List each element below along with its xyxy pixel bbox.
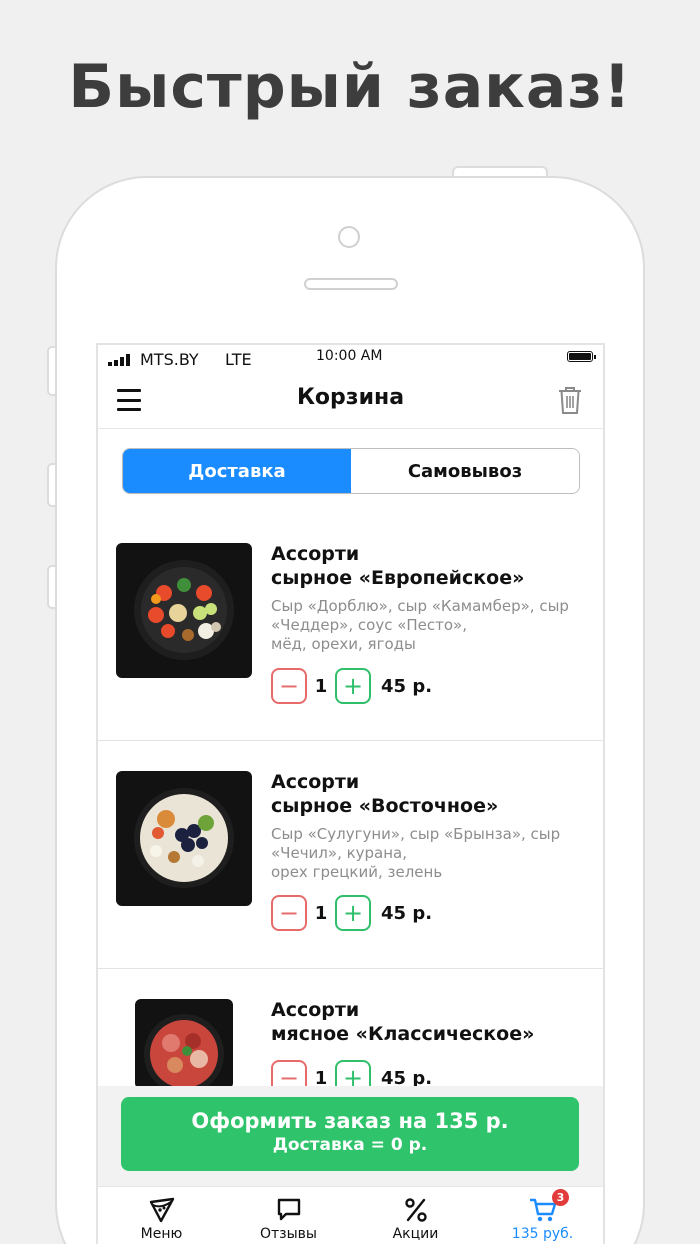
- increase-button[interactable]: +: [335, 895, 371, 931]
- checkout-bar: Оформить заказ на 135 р. Доставка = 0 р.: [98, 1086, 603, 1186]
- app-screen: MTS.BY LTE 10:00 AM Корзина Доставка Сам…: [96, 343, 605, 1244]
- status-time: 10:00 AM: [316, 348, 383, 364]
- tab-pickup[interactable]: Самовывоз: [351, 449, 579, 493]
- checkout-label: Оформить заказ на 135 р.: [191, 1109, 509, 1133]
- battery-icon: [567, 351, 596, 362]
- quantity-stepper: − 1 + 45 р.: [271, 895, 432, 931]
- item-description: Сыр «Дорблю», сыр «Камамбер», сыр «Чедде…: [271, 597, 569, 653]
- item-price: 45 р.: [381, 675, 433, 697]
- delivery-cost-label: Доставка = 0 р.: [272, 1135, 428, 1155]
- quantity-value: 1: [314, 902, 328, 924]
- headline: Быстрый заказ!: [68, 52, 632, 122]
- trash-icon[interactable]: [557, 385, 583, 415]
- item-photo: [135, 999, 233, 1089]
- tab-promos[interactable]: Акции: [352, 1187, 479, 1244]
- tab-cart-label: 135 руб.: [511, 1226, 574, 1242]
- phone-speaker: [304, 278, 398, 290]
- quantity-stepper: − 1 + 45 р.: [271, 668, 432, 704]
- phone-camera: [338, 226, 360, 248]
- nav-bar: Корзина: [98, 373, 603, 429]
- decrease-button[interactable]: −: [271, 668, 307, 704]
- tab-menu-label: Меню: [140, 1226, 183, 1242]
- decrease-button[interactable]: −: [271, 895, 307, 931]
- tab-promos-label: Акции: [392, 1226, 439, 1242]
- item-photo: [116, 771, 252, 906]
- tab-reviews-label: Отзывы: [260, 1226, 317, 1242]
- quantity-value: 1: [314, 675, 328, 697]
- tab-cart[interactable]: 3 135 руб.: [479, 1187, 603, 1244]
- delivery-toggle: Доставка Самовывоз: [122, 448, 580, 494]
- item-title: Ассорти сырное «Европейское»: [271, 543, 525, 589]
- cart-count-badge: 3: [552, 1189, 569, 1206]
- signal-icon: [108, 354, 130, 366]
- checkout-button[interactable]: Оформить заказ на 135 р. Доставка = 0 р.: [121, 1097, 579, 1171]
- tab-delivery[interactable]: Доставка: [123, 449, 351, 493]
- item-title: Ассорти мясное «Классическое»: [271, 999, 535, 1045]
- increase-button[interactable]: +: [335, 668, 371, 704]
- page-title: Корзина: [296, 385, 405, 410]
- percent-icon: [404, 1198, 427, 1222]
- tab-bar: Меню Отзывы Акции 3 135 руб.: [98, 1186, 603, 1244]
- chat-bubble-icon: [277, 1198, 300, 1221]
- network-label: LTE: [225, 350, 252, 369]
- item-title: Ассорти сырное «Восточное»: [271, 771, 499, 817]
- pizza-slice-icon: [149, 1197, 174, 1223]
- cart-item: Ассорти сырное «Европейское» Сыр «Дорблю…: [98, 513, 603, 741]
- cart-item: Ассорти сырное «Восточное» Сыр «Сулугуни…: [98, 741, 603, 969]
- item-description: Сыр «Сулугуни», сыр «Брынза», сыр «Чечил…: [271, 825, 561, 881]
- tab-reviews[interactable]: Отзывы: [225, 1187, 352, 1244]
- item-price: 45 р.: [381, 902, 433, 924]
- tab-menu[interactable]: Меню: [98, 1187, 225, 1244]
- carrier-label: MTS.BY: [140, 350, 199, 369]
- item-photo: [116, 543, 252, 678]
- status-bar: MTS.BY LTE 10:00 AM: [98, 345, 603, 373]
